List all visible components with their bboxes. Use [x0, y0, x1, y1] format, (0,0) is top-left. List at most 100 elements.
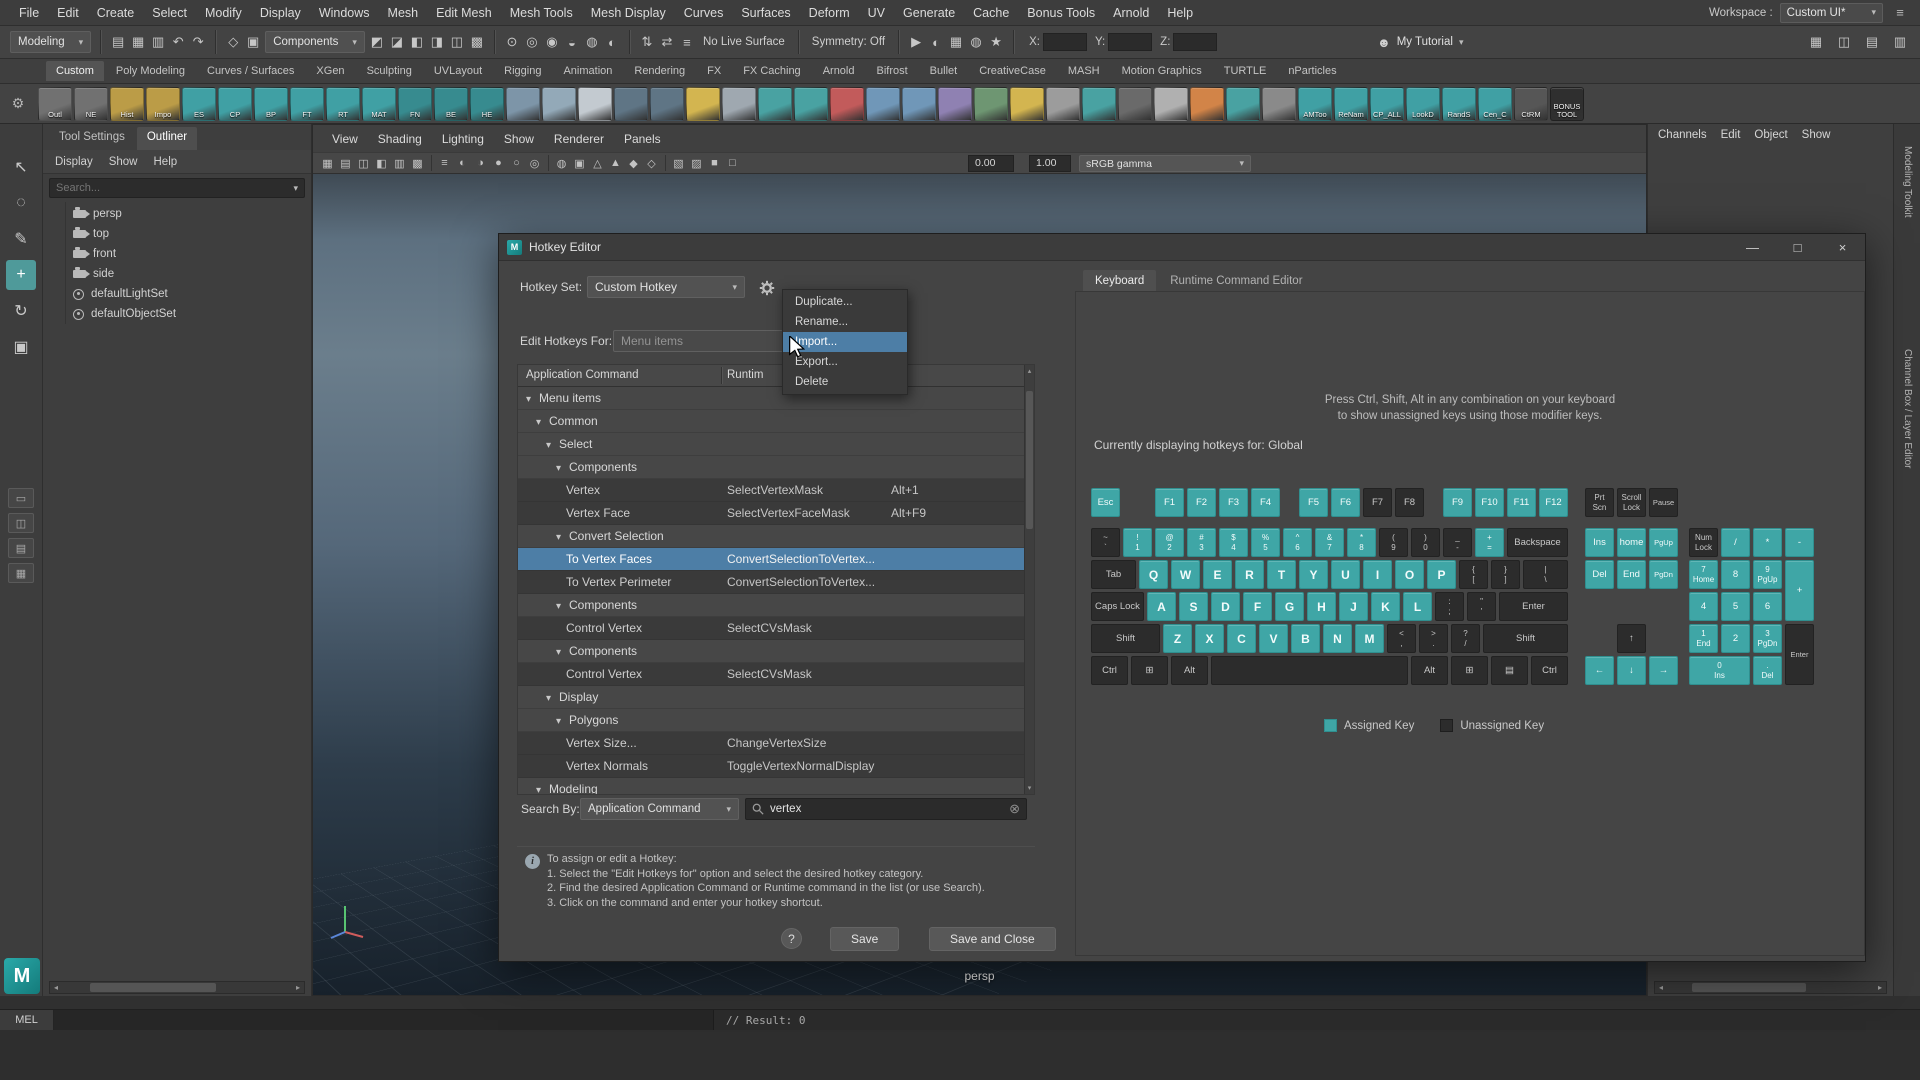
safe-action-icon[interactable]: ○ — [508, 155, 525, 171]
arrow-right-key[interactable]: → — [1649, 656, 1678, 685]
shelf-item-bonus-tool[interactable]: BONUS TOOL — [1550, 87, 1584, 121]
shaded-icon[interactable]: ▣ — [571, 155, 588, 171]
lines-mask-icon[interactable]: ◪ — [387, 32, 407, 52]
key-esc[interactable]: Esc — [1091, 488, 1120, 517]
shelf-item-amtoo[interactable]: AMToo — [1298, 87, 1332, 121]
save-button[interactable]: Save — [830, 927, 899, 951]
list-item-side[interactable]: side — [43, 264, 311, 284]
key-f12[interactable]: F12 — [1539, 488, 1568, 517]
shelf-item-bp[interactable]: BP — [254, 87, 288, 121]
key-0[interactable]: )0 — [1411, 528, 1440, 557]
close-button[interactable]: × — [1820, 234, 1865, 260]
expander-icon[interactable]: ▾ — [556, 710, 569, 733]
hotkey-tree-command[interactable]: Vertex FaceSelectVertexFaceMaskAlt+F9 — [518, 502, 1024, 525]
hotkey-tree-group[interactable]: ▾Polygons — [518, 709, 1024, 732]
arrow-down-key[interactable]: ↓ — [1617, 656, 1646, 685]
comma-key[interactable]: <, — [1387, 624, 1416, 653]
hotkey-tree-command[interactable]: Vertex NormalsToggleVertexNormalDisplay — [518, 755, 1024, 778]
rotate-tool[interactable]: ↻ — [6, 296, 36, 326]
ipr-render-icon[interactable]: ◐ — [926, 32, 946, 52]
scroll-left-icon[interactable]: ◂ — [50, 983, 62, 992]
space-key[interactable] — [1211, 656, 1408, 685]
menu-modify[interactable]: Modify — [196, 0, 251, 26]
construction-history-icon[interactable]: ≡ — [677, 32, 697, 52]
quote-key[interactable]: "' — [1467, 592, 1496, 621]
output-connections-icon[interactable]: ⇄ — [657, 32, 677, 52]
key-f1[interactable]: F1 — [1155, 488, 1184, 517]
key-d[interactable]: D — [1211, 592, 1240, 621]
wireframe-icon[interactable]: ◍ — [553, 155, 570, 171]
shelf-item-impo[interactable]: Impo — [146, 87, 180, 121]
shelf-item-icon-23[interactable] — [866, 87, 900, 121]
shelf-item-icon-27[interactable] — [1010, 87, 1044, 121]
shelf-item-icon-15[interactable] — [578, 87, 612, 121]
hotkey-tree-command[interactable]: Control VertexSelectCVsMask — [518, 617, 1024, 640]
snap-to-curves-icon[interactable]: ◎ — [522, 32, 542, 52]
x-input[interactable] — [1043, 33, 1087, 51]
numpad-plus-key[interactable]: + — [1785, 560, 1814, 621]
expander-icon[interactable]: ▾ — [556, 526, 569, 549]
menu-edit-mesh[interactable]: Edit Mesh — [427, 0, 501, 26]
menu-windows[interactable]: Windows — [310, 0, 379, 26]
menu-item-delete[interactable]: Delete — [783, 372, 907, 392]
hotkey-set-combo[interactable]: Custom Hotkey ▾ — [587, 276, 745, 298]
key-shift[interactable]: Shift — [1091, 624, 1160, 653]
list-item-defaultlightset[interactable]: defaultLightSet — [43, 284, 311, 304]
shelf-tab-creativecase[interactable]: CreativeCase — [969, 61, 1056, 81]
key-h[interactable]: H — [1307, 592, 1336, 621]
right-bracket-key[interactable]: }] — [1491, 560, 1520, 589]
key-o[interactable]: O — [1395, 560, 1424, 589]
table-header[interactable]: Application Command Runtim — [518, 365, 1034, 387]
hotkey-tree-command[interactable]: To Vertex PerimeterConvertSelectionToVer… — [518, 571, 1024, 594]
numpad-minus-key[interactable]: - — [1785, 528, 1814, 557]
period-key[interactable]: >. — [1419, 624, 1448, 653]
shelf-item-icon-29[interactable] — [1082, 87, 1116, 121]
render-current-frame-icon[interactable]: ▶ — [906, 32, 926, 52]
lights-icon[interactable]: ▲ — [607, 155, 624, 171]
arrow-left-key[interactable]: ← — [1585, 656, 1614, 685]
shelf-tab-animation[interactable]: Animation — [553, 61, 622, 81]
scroll-right-icon[interactable]: ▸ — [292, 983, 304, 992]
account-menu[interactable]: ☻ My Tutorial ▾ — [1377, 31, 1463, 53]
hypershade-icon[interactable]: ◍ — [966, 32, 986, 52]
viewport-menu-panels[interactable]: Panels — [615, 132, 670, 146]
menu-edit[interactable]: Edit — [48, 0, 88, 26]
right-alt-key[interactable]: Alt — [1411, 656, 1448, 685]
workspace-settings-icon[interactable]: ≡ — [1890, 5, 1910, 20]
numpad-5-key[interactable]: 5 — [1721, 592, 1750, 621]
numpad-6-key[interactable]: 6 — [1753, 592, 1782, 621]
lasso-tool[interactable]: ◌ — [6, 188, 36, 218]
viewport-menu-shading[interactable]: Shading — [369, 132, 431, 146]
hotkey-tree-command[interactable]: To Vertex FacesConvertSelectionToVertex.… — [518, 548, 1024, 571]
hotkey-tree-group[interactable]: ▾Components — [518, 456, 1024, 479]
menu-cache[interactable]: Cache — [964, 0, 1018, 26]
shelf-item-icon-17[interactable] — [650, 87, 684, 121]
select-hierarchy-icon[interactable]: ◇ — [223, 32, 243, 52]
snap-to-grids-icon[interactable]: ⊙ — [502, 32, 522, 52]
slash-key[interactable]: ?/ — [1451, 624, 1480, 653]
motion-blur-icon[interactable]: ▧ — [670, 155, 687, 171]
key-e[interactable]: E — [1203, 560, 1232, 589]
shelf-tab-sculpting[interactable]: Sculpting — [357, 61, 422, 81]
scroll-lock-key[interactable]: ScrollLock — [1617, 488, 1646, 517]
menu-curves[interactable]: Curves — [675, 0, 733, 26]
paint-select-tool[interactable]: ✎ — [6, 224, 36, 254]
key-7[interactable]: &7 — [1315, 528, 1344, 557]
equals-key[interactable]: += — [1475, 528, 1504, 557]
list-item-front[interactable]: front — [43, 244, 311, 264]
outliner-hscrollbar[interactable]: ◂ ▸ — [49, 981, 305, 994]
expander-icon[interactable]: ▾ — [546, 687, 559, 710]
menu-item-duplicate[interactable]: Duplicate... — [783, 292, 907, 312]
key-u[interactable]: U — [1331, 560, 1360, 589]
key-z[interactable]: Z — [1163, 624, 1192, 653]
tab-tool-settings[interactable]: Tool Settings — [49, 127, 135, 150]
key-c[interactable]: C — [1227, 624, 1256, 653]
win-key[interactable]: ⊞ — [1131, 656, 1168, 685]
shadows-icon[interactable]: ◆ — [625, 155, 642, 171]
menu-create[interactable]: Create — [88, 0, 144, 26]
shelf-item-hist[interactable]: Hist — [110, 87, 144, 121]
clear-search-icon[interactable]: ⊗ — [1009, 801, 1020, 817]
help-button[interactable]: ? — [781, 928, 802, 949]
menu-key[interactable]: ▤ — [1491, 656, 1528, 685]
viewport-menu-renderer[interactable]: Renderer — [545, 132, 613, 146]
